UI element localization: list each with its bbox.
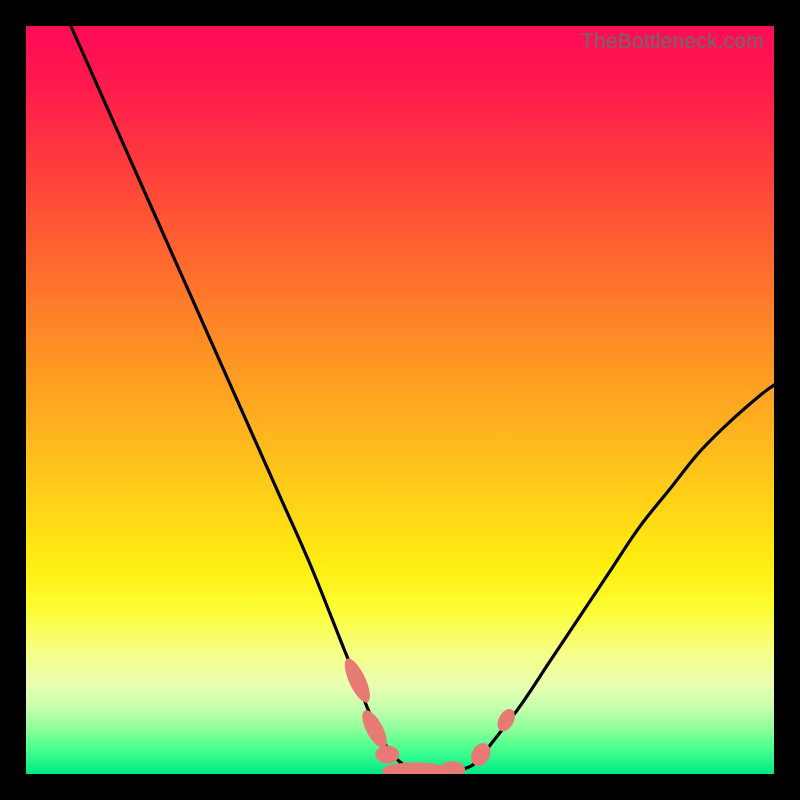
curve-marker: [382, 762, 448, 774]
chart-frame: TheBottleneck.com: [0, 0, 800, 800]
curve-marker: [340, 655, 375, 705]
bottleneck-curve: [71, 26, 774, 771]
curve-markers: [340, 655, 519, 774]
chart-plot-area: TheBottleneck.com: [26, 26, 774, 774]
curve-marker: [440, 761, 465, 774]
curve-marker: [494, 706, 518, 734]
curve-marker: [375, 746, 399, 764]
chart-svg: [26, 26, 774, 774]
